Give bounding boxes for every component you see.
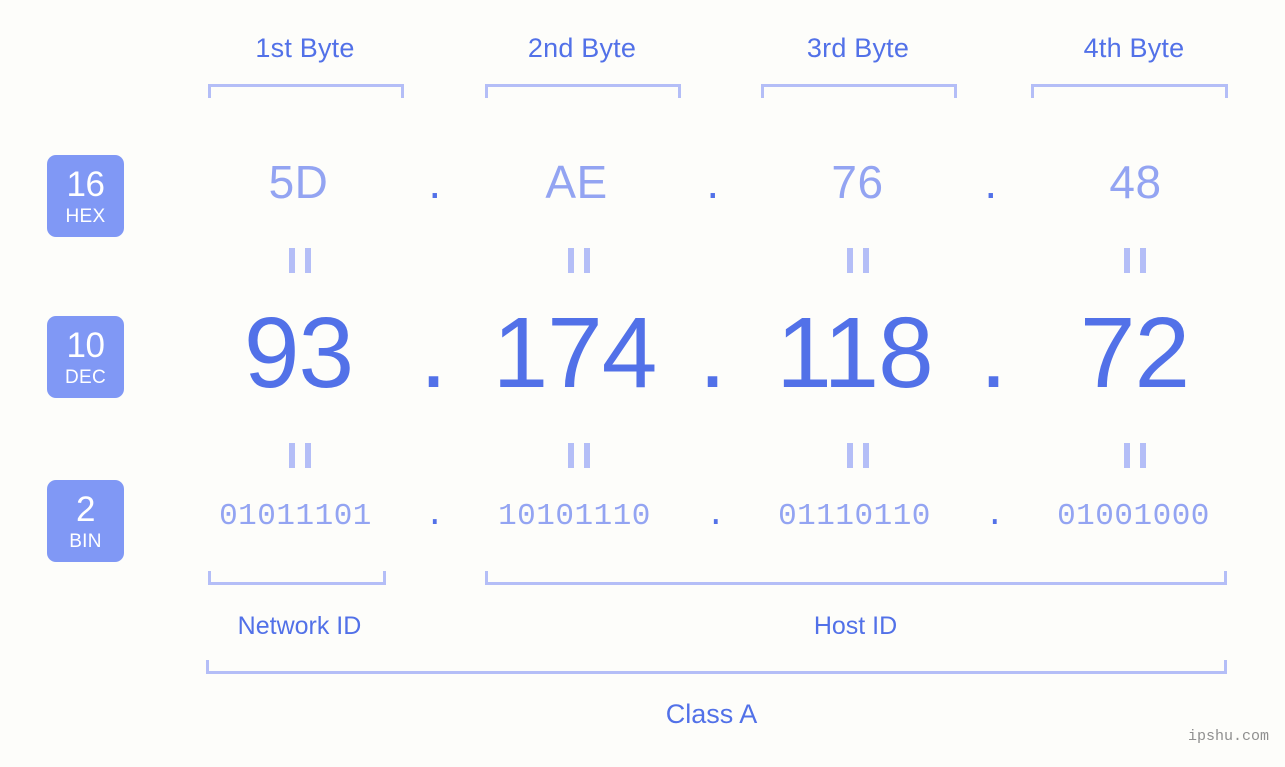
equals-mark-dec-bin-4 bbox=[1124, 443, 1146, 468]
byte-bracket-3 bbox=[761, 84, 957, 98]
byte-header-3: 3rd Byte bbox=[806, 33, 910, 63]
class-label: Class A bbox=[665, 699, 758, 729]
bin-value-3: 01110110 bbox=[778, 499, 931, 534]
hex-separator-1: . bbox=[428, 156, 442, 208]
equals-mark-hex-dec-4 bbox=[1124, 248, 1146, 273]
hex-separator-3: . bbox=[984, 156, 998, 208]
hex-value-4: 48 bbox=[1109, 156, 1162, 208]
class-bracket bbox=[206, 660, 1227, 674]
base-badge-dec-number: 10 bbox=[66, 325, 105, 365]
dec-separator-2: . bbox=[698, 297, 727, 409]
dec-value-1: 93 bbox=[243, 297, 354, 409]
hex-value-1: 5D bbox=[268, 156, 329, 208]
byte-header-4: 4th Byte bbox=[1083, 33, 1185, 63]
bin-value-4: 01001000 bbox=[1057, 499, 1210, 534]
equals-mark-hex-dec-3 bbox=[847, 248, 869, 273]
byte-bracket-4 bbox=[1031, 84, 1228, 98]
dec-separator-1: . bbox=[419, 297, 448, 409]
equals-mark-dec-bin-3 bbox=[847, 443, 869, 468]
bin-separator-2: . bbox=[705, 497, 727, 534]
hex-value-2: AE bbox=[545, 156, 608, 208]
hex-value-3: 76 bbox=[831, 156, 884, 208]
ip-breakdown-diagram: 1st Byte 2nd Byte 3rd Byte 4th Byte 16 H… bbox=[0, 0, 1285, 767]
network-id-bracket bbox=[208, 571, 386, 585]
base-badge-bin-abbr: BIN bbox=[69, 530, 102, 552]
dec-value-4: 72 bbox=[1079, 297, 1190, 409]
dec-separator-3: . bbox=[979, 297, 1008, 409]
bin-separator-3: . bbox=[984, 497, 1006, 534]
base-badge-dec: 10 DEC bbox=[47, 316, 124, 398]
equals-mark-dec-bin-2 bbox=[568, 443, 590, 468]
dec-value-2: 174 bbox=[492, 297, 658, 409]
base-badge-dec-abbr: DEC bbox=[64, 366, 106, 388]
byte-bracket-2 bbox=[485, 84, 681, 98]
equals-mark-hex-dec-1 bbox=[289, 248, 311, 273]
base-badge-bin: 2 BIN bbox=[47, 480, 124, 562]
base-badge-bin-number: 2 bbox=[76, 489, 95, 529]
equals-mark-dec-bin-1 bbox=[289, 443, 311, 468]
base-badge-hex-number: 16 bbox=[66, 164, 105, 204]
dec-value-3: 118 bbox=[776, 297, 933, 409]
watermark: ipshu.com bbox=[1187, 728, 1269, 745]
byte-bracket-1 bbox=[208, 84, 404, 98]
byte-header-2: 2nd Byte bbox=[527, 33, 637, 63]
network-id-label: Network ID bbox=[237, 612, 362, 640]
bin-separator-1: . bbox=[424, 497, 446, 534]
host-id-label: Host ID bbox=[813, 612, 898, 640]
host-id-bracket bbox=[485, 571, 1227, 585]
hex-separator-2: . bbox=[706, 156, 720, 208]
bin-value-1: 01011101 bbox=[219, 499, 372, 534]
byte-header-1: 1st Byte bbox=[255, 33, 355, 63]
equals-mark-hex-dec-2 bbox=[568, 248, 590, 273]
bin-value-2: 10101110 bbox=[498, 499, 651, 534]
base-badge-hex-abbr: HEX bbox=[65, 205, 106, 227]
base-badge-hex: 16 HEX bbox=[47, 155, 124, 237]
